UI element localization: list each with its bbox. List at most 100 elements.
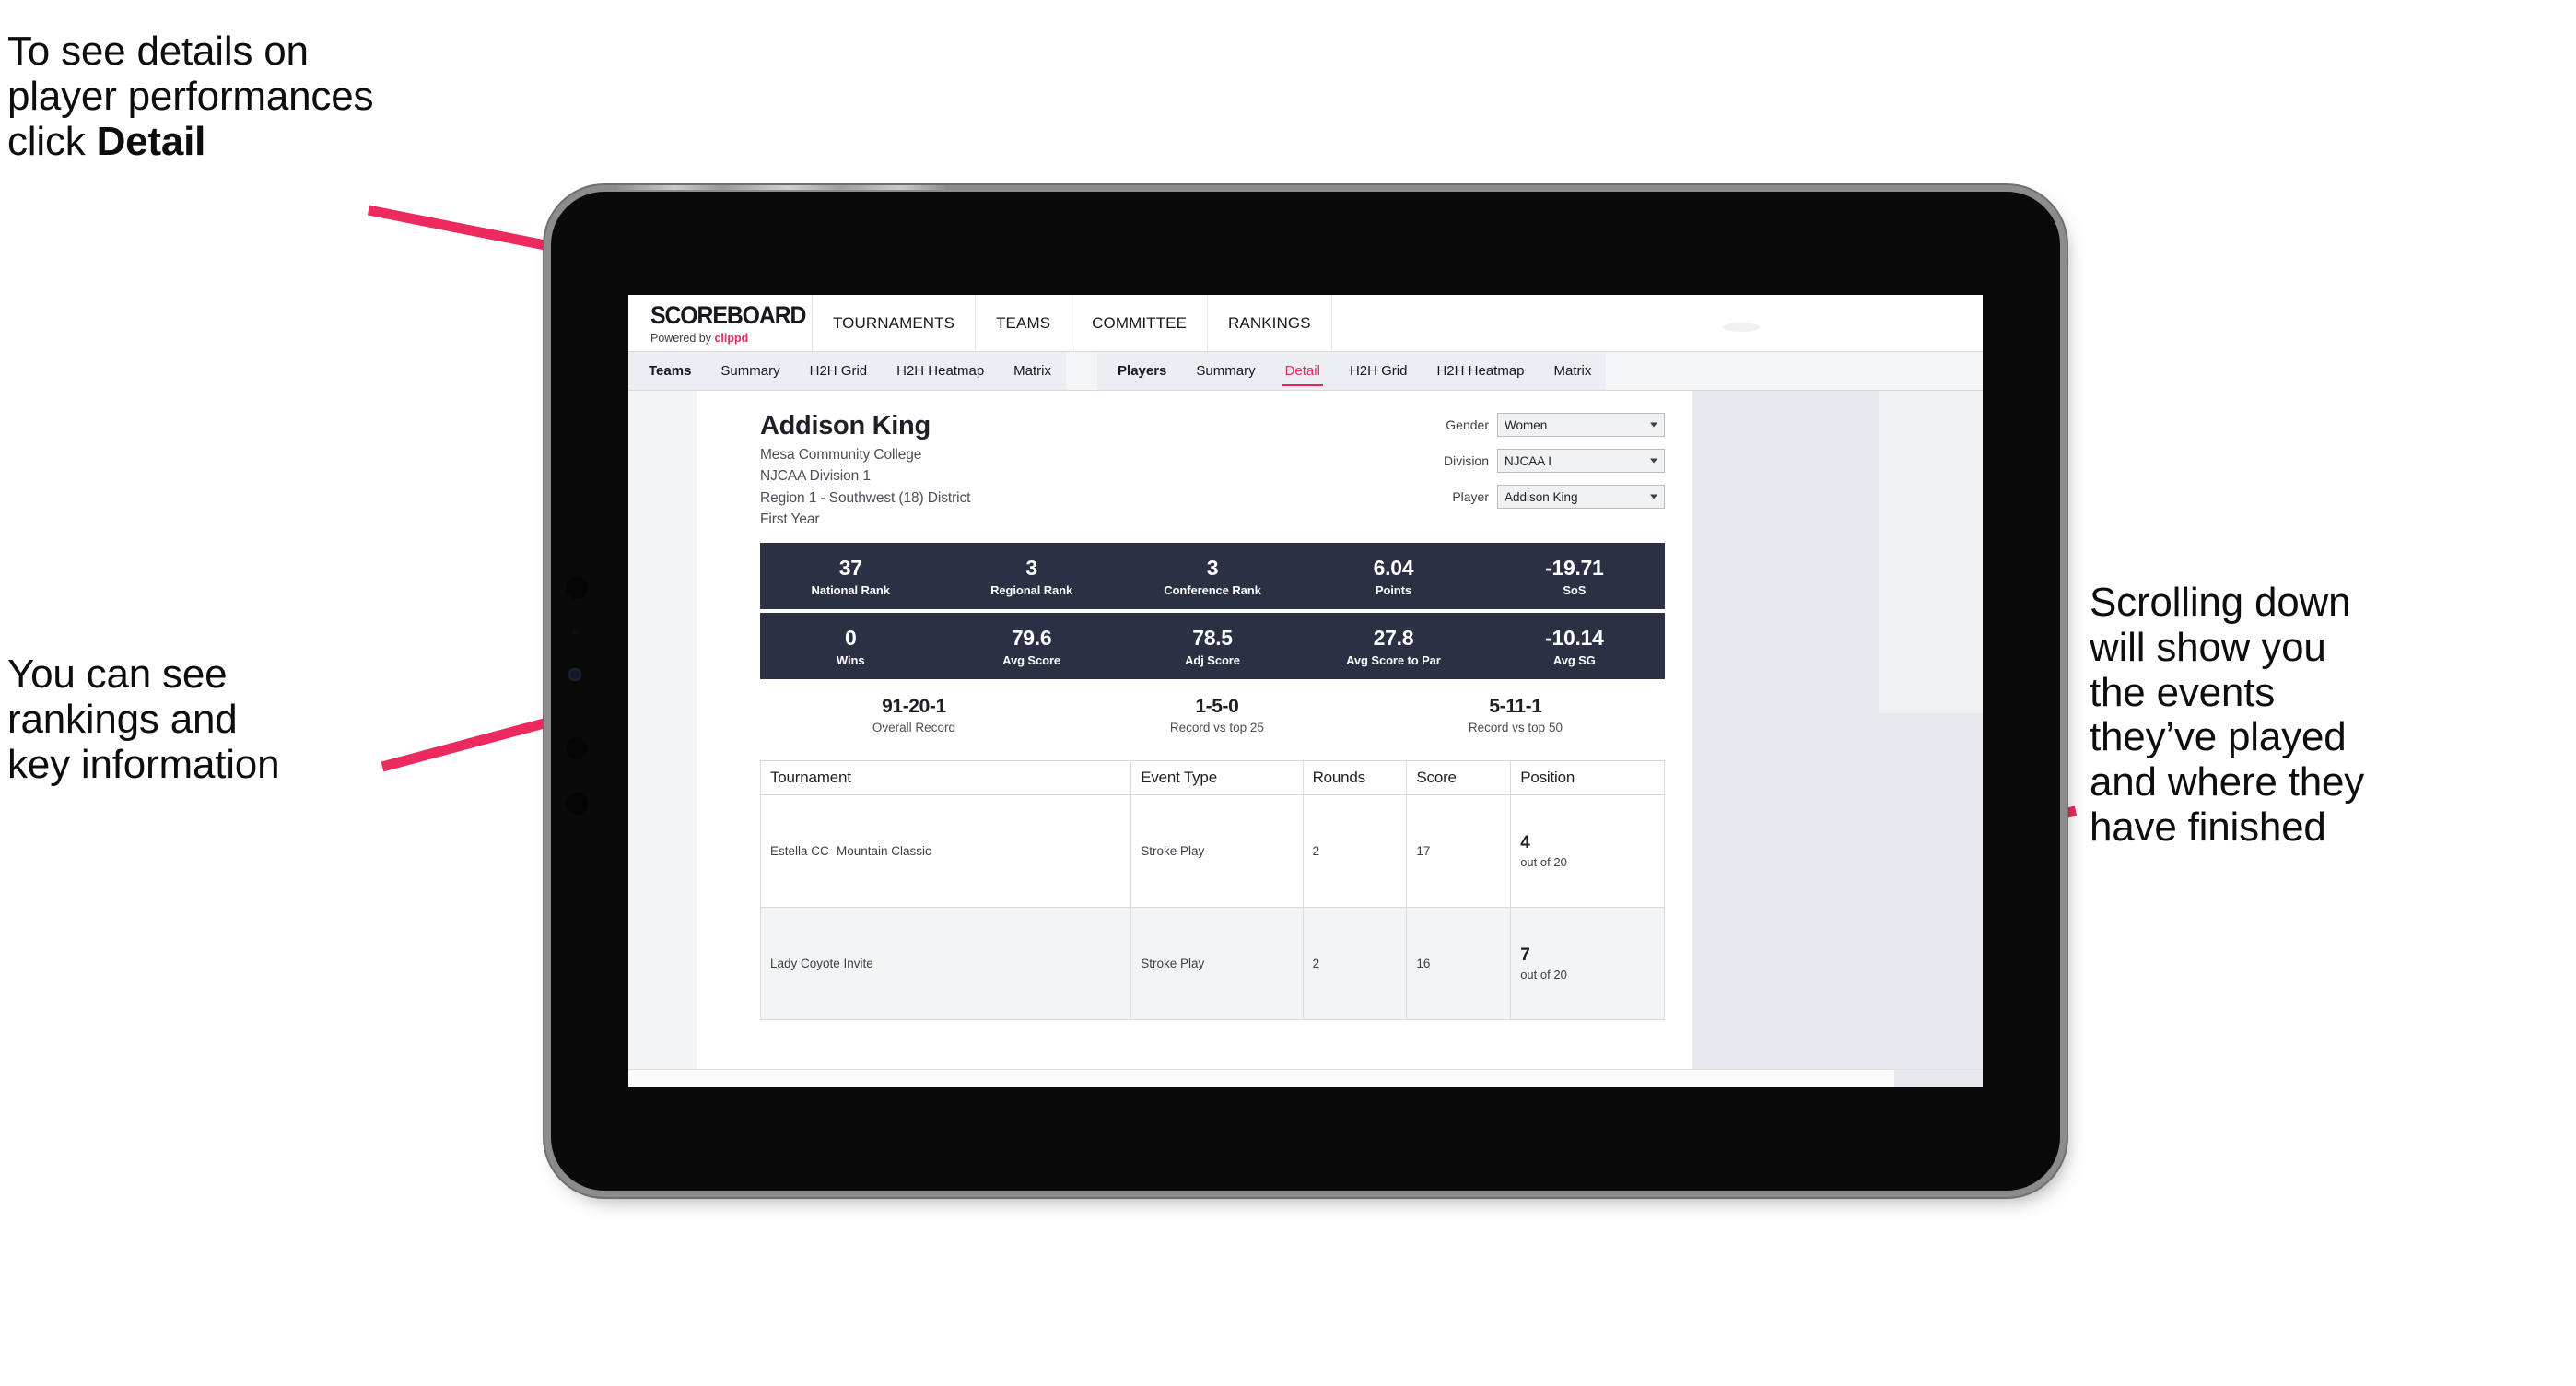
record-summary-row: 91-20-1 Overall Record 1-5-0 Record vs t…: [760, 696, 1665, 734]
annotation-rankings-info: You can see rankings and key information: [7, 652, 440, 787]
stat-value: 79.6: [1011, 625, 1052, 650]
filter-player-select[interactable]: Addison King: [1497, 485, 1665, 509]
viz-right-margin: [1692, 391, 1983, 1069]
filter-player-value: Addison King: [1505, 489, 1578, 504]
tablet-screen: SCOREBOARD Powered by clippd TOURNAMENTS…: [628, 295, 1983, 1087]
toolbar-right-padding: [1894, 1070, 1983, 1087]
chevron-down-icon: [1650, 422, 1657, 428]
annotation-line: the events: [2090, 669, 2276, 715]
annotation-click-detail: To see details on player performances cl…: [7, 29, 597, 164]
top-nav-item-rankings[interactable]: RANKINGS: [1208, 295, 1332, 351]
filter-gender-select[interactable]: Women: [1497, 413, 1665, 437]
player-meta: Addison King Mesa Community College NJCA…: [760, 411, 1388, 528]
cell-position: 7 out of 20: [1510, 907, 1665, 1020]
stat-value: 0: [844, 625, 857, 650]
top-nav-item-teams[interactable]: TEAMS: [976, 295, 1072, 351]
record-value: 91-20-1: [882, 696, 946, 717]
player-school: Mesa Community College: [760, 446, 922, 463]
annotation-line-bold: Detail: [96, 118, 206, 164]
position-field: out of 20: [1520, 968, 1567, 981]
position-number: 7: [1520, 946, 1530, 965]
cell-rounds: 2: [1302, 794, 1408, 908]
top-nav-item-committee[interactable]: COMMITTEE: [1071, 295, 1209, 351]
tab-players-h2h-heatmap[interactable]: H2H Heatmap: [1422, 352, 1539, 390]
player-division: NJCAA Division 1: [760, 468, 871, 484]
annotation-line-pre: click: [7, 118, 97, 164]
brand-logo[interactable]: SCOREBOARD Powered by clippd: [628, 295, 813, 351]
filter-gender-value: Women: [1505, 417, 1548, 432]
tab-players-h2h-grid[interactable]: H2H Grid: [1335, 352, 1423, 390]
annotation-scrolling-events: Scrolling down will show you the events …: [2090, 580, 2523, 851]
chevron-down-icon: [1650, 494, 1657, 499]
annotation-line: To see details on: [7, 29, 309, 74]
column-header-tournament[interactable]: Tournament: [759, 760, 1132, 795]
annotation-line: will show you: [2090, 624, 2326, 670]
tablet-top-edge-highlight: [615, 185, 947, 190]
filter-division-select[interactable]: NJCAA I: [1497, 449, 1665, 473]
column-header-position[interactable]: Position: [1510, 760, 1665, 795]
clippd-wordmark: clippd: [714, 332, 749, 345]
subnav-tabs: Teams Summary H2H Grid H2H Heatmap Matri…: [628, 352, 1983, 391]
stat-national-rank: 37 National Rank: [760, 556, 941, 597]
tab-players-detail[interactable]: Detail: [1270, 352, 1335, 390]
position-number: 4: [1520, 833, 1530, 852]
annotation-line: they’ve played: [2090, 714, 2347, 760]
tab-players[interactable]: Players: [1097, 352, 1181, 390]
tab-teams-matrix[interactable]: Matrix: [999, 352, 1066, 390]
column-header-rounds[interactable]: Rounds: [1302, 760, 1408, 795]
filter-division-value: NJCAA I: [1505, 453, 1552, 468]
chevron-down-icon: [1650, 458, 1657, 464]
powered-by-text: Powered by: [650, 332, 715, 345]
app-header: SCOREBOARD Powered by clippd TOURNAMENTS…: [628, 295, 1983, 352]
column-header-score[interactable]: Score: [1406, 760, 1512, 795]
tab-teams-summary[interactable]: Summary: [706, 352, 794, 390]
cell-tournament: Lady Coyote Invite: [759, 907, 1132, 1020]
tournament-results-table: Tournament Event Type Rounds Score Posit…: [759, 760, 1665, 1020]
filter-panel: Gender Women Division NJCAA I Player Add…: [1388, 411, 1665, 528]
table-row[interactable]: Estella CC- Mountain Classic Stroke Play…: [759, 794, 1665, 908]
dashboard-toolbar: View: Original Save Custom View Watch: [628, 1069, 1983, 1087]
annotation-line: and where they: [2090, 759, 2365, 805]
stat-value: 78.5: [1192, 625, 1233, 650]
cell-score: 16: [1406, 907, 1512, 1020]
stat-avg-score: 79.6 Avg Score: [941, 626, 1121, 667]
stat-value: -19.71: [1545, 555, 1604, 580]
cell-event-type: Stroke Play: [1130, 907, 1304, 1020]
record-vs-top-50: 5-11-1 Record vs top 50: [1366, 696, 1665, 734]
player-detail-card: Addison King Mesa Community College NJCA…: [697, 391, 1692, 1069]
annotation-line: player performances: [7, 73, 374, 119]
position-field: out of 20: [1520, 855, 1567, 869]
column-header-event-type[interactable]: Event Type: [1130, 760, 1304, 795]
tablet-sensor-dot: [572, 629, 579, 636]
record-label: Record vs top 50: [1468, 721, 1563, 734]
tab-players-summary[interactable]: Summary: [1181, 352, 1270, 390]
table-row[interactable]: Lady Coyote Invite Stroke Play 2 16 7 ou…: [759, 907, 1665, 1020]
record-label: Overall Record: [872, 721, 955, 734]
annotation-line: You can see: [7, 652, 228, 697]
annotation-line: click Detail: [7, 118, 597, 165]
stat-value: 6.04: [1373, 555, 1414, 580]
top-nav-item-tournaments[interactable]: TOURNAMENTS: [813, 295, 977, 351]
stats-band-rankings: 37 National Rank 3 Regional Rank 3 Confe…: [760, 543, 1665, 609]
annotation-line: key information: [7, 741, 280, 787]
stat-value: 3: [1206, 555, 1219, 580]
tablet-speaker-hole: [566, 793, 588, 815]
top-nav: TOURNAMENTS TEAMS COMMITTEE RANKINGS: [813, 295, 1332, 351]
tab-teams-h2h-heatmap[interactable]: H2H Heatmap: [882, 352, 999, 390]
filter-gender: Gender Women: [1388, 413, 1665, 437]
dashboard-viz-area: Addison King Mesa Community College NJCA…: [628, 391, 1983, 1069]
header-placeholder-element: [1723, 323, 1760, 332]
tab-players-matrix[interactable]: Matrix: [1540, 352, 1607, 390]
record-value: 5-11-1: [1489, 696, 1542, 717]
player-region: Region 1 - Southwest (18) District: [760, 489, 971, 506]
cell-position: 4 out of 20: [1510, 794, 1665, 908]
record-overall: 91-20-1 Overall Record: [760, 696, 1068, 734]
tablet-speaker-hole: [566, 737, 588, 759]
tab-teams-h2h-grid[interactable]: H2H Grid: [795, 352, 883, 390]
filter-player-label: Player: [1452, 489, 1489, 504]
tab-teams[interactable]: Teams: [628, 352, 706, 390]
cell-score: 17: [1406, 794, 1512, 908]
subnav-group-players: Players Summary Detail H2H Grid H2H Heat…: [1097, 352, 1607, 390]
filter-gender-label: Gender: [1446, 417, 1489, 432]
annotation-line: have finished: [2090, 805, 2326, 851]
